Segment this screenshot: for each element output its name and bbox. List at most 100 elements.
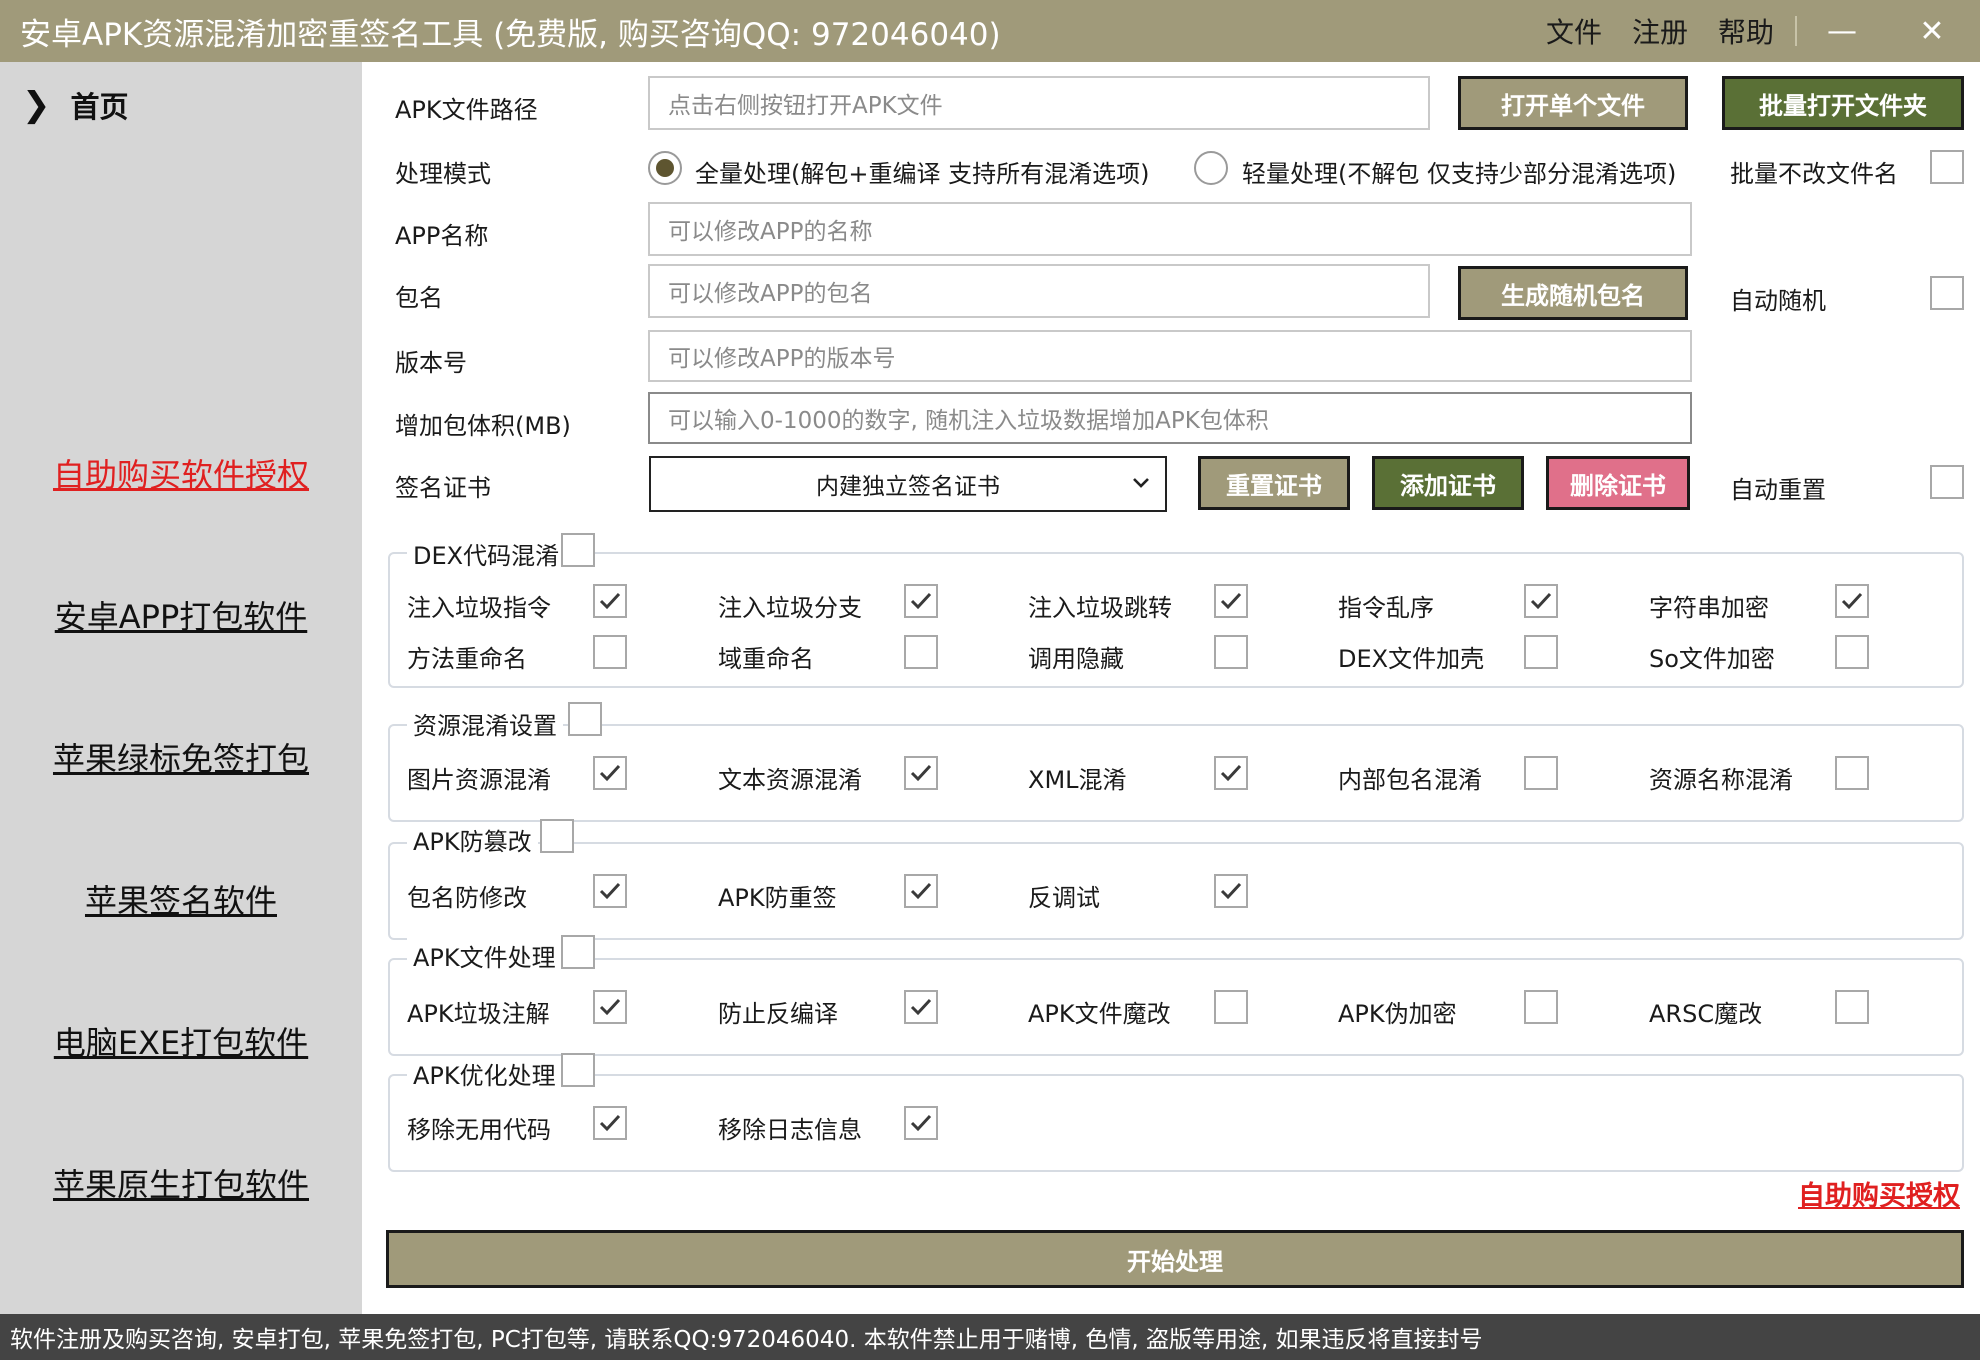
group-divider	[592, 842, 1952, 844]
option-checkbox[interactable]	[1835, 756, 1869, 790]
anti-tamper-group-checkbox[interactable]	[540, 819, 574, 853]
option-label: APK垃圾注解	[407, 1000, 550, 1028]
option-label: 调用隐藏	[1028, 645, 1124, 673]
option-checkbox[interactable]	[1835, 990, 1869, 1024]
resource-group-checkbox[interactable]	[568, 702, 602, 736]
option-checkbox[interactable]	[1524, 635, 1558, 669]
mode-full-radio[interactable]	[648, 151, 682, 185]
resource-group-title: 资源混淆设置	[407, 706, 563, 741]
option-label: APK防重签	[718, 884, 837, 912]
mode-full-label: 全量处理(解包+重编译 支持所有混淆选项)	[695, 160, 1150, 188]
auto-random-checkbox[interactable]	[1930, 276, 1964, 310]
app-name-label: APP名称	[395, 222, 489, 250]
sidebar-link-android-packer[interactable]: 安卓APP打包软件	[0, 592, 362, 638]
cert-select-value: 内建独立签名证书	[816, 474, 1000, 500]
radio-selected-dot	[656, 159, 674, 177]
option-checkbox[interactable]	[1214, 584, 1248, 618]
option-checkbox[interactable]	[1835, 635, 1869, 669]
cert-label: 签名证书	[395, 474, 491, 502]
version-input[interactable]: 可以修改APP的版本号	[648, 330, 1692, 382]
apk-path-input[interactable]: 点击右侧按钮打开APK文件	[648, 76, 1430, 130]
option-label: 方法重命名	[407, 645, 527, 673]
auto-reset-checkbox[interactable]	[1930, 465, 1964, 499]
check-icon	[1841, 592, 1863, 610]
option-checkbox[interactable]	[1835, 584, 1869, 618]
option-checkbox[interactable]	[904, 990, 938, 1024]
package-input[interactable]: 可以修改APP的包名	[648, 264, 1430, 318]
batch-open-folder-button[interactable]: 批量打开文件夹	[1722, 76, 1964, 130]
window-title: 安卓APK资源混淆加密重签名工具 (免费版, 购买咨询QQ: 972046040…	[20, 16, 1001, 53]
status-bar: 软件注册及购买咨询, 安卓打包, 苹果免签打包, PC打包等, 请联系QQ:97…	[0, 1314, 1980, 1360]
option-checkbox[interactable]	[593, 756, 627, 790]
sidebar-link-buy-license[interactable]: 自助购买软件授权	[0, 450, 362, 496]
dex-group-checkbox[interactable]	[561, 533, 595, 567]
mode-light-radio[interactable]	[1194, 151, 1228, 185]
add-cert-button[interactable]: 添加证书	[1372, 456, 1524, 510]
option-checkbox[interactable]	[904, 635, 938, 669]
group-divider	[624, 724, 1952, 726]
check-icon	[1220, 764, 1242, 782]
chevron-right-icon: ❯	[22, 85, 51, 125]
option-label: APK文件魔改	[1028, 1000, 1171, 1028]
option-label: 资源名称混淆	[1649, 766, 1793, 794]
option-checkbox[interactable]	[904, 1106, 938, 1140]
option-checkbox[interactable]	[1524, 584, 1558, 618]
delete-cert-button[interactable]: 删除证书	[1546, 456, 1690, 510]
check-icon	[1220, 592, 1242, 610]
option-checkbox[interactable]	[1214, 874, 1248, 908]
cert-select[interactable]: 内建独立签名证书	[649, 456, 1167, 512]
option-checkbox[interactable]	[1214, 756, 1248, 790]
apk-file-group-checkbox[interactable]	[561, 935, 595, 969]
option-label: APK伪加密	[1338, 1000, 1457, 1028]
app-name-input[interactable]: 可以修改APP的名称	[648, 202, 1692, 256]
option-label: 注入垃圾分支	[718, 594, 862, 622]
sidebar-link-ios-native[interactable]: 苹果原生打包软件	[0, 1160, 362, 1206]
sidebar: ❯ 首页 自助购买软件授权 安卓APP打包软件 苹果绿标免签打包 苹果签名软件 …	[0, 62, 362, 1314]
option-label: XML混淆	[1028, 766, 1127, 794]
close-icon: ✕	[1919, 13, 1945, 49]
minimize-button[interactable]: —	[1812, 0, 1872, 62]
sidebar-link-ios-sign[interactable]: 苹果签名软件	[0, 876, 362, 922]
option-label: 移除日志信息	[718, 1116, 862, 1144]
option-checkbox[interactable]	[1524, 756, 1558, 790]
reset-cert-button[interactable]: 重置证书	[1198, 456, 1350, 510]
option-checkbox[interactable]	[904, 584, 938, 618]
option-checkbox[interactable]	[904, 756, 938, 790]
check-icon	[599, 592, 621, 610]
menu-file[interactable]: 文件	[1546, 0, 1602, 62]
title-bar: 安卓APK资源混淆加密重签名工具 (免费版, 购买咨询QQ: 972046040…	[0, 0, 1980, 62]
start-process-button[interactable]: 开始处理	[386, 1230, 1964, 1288]
buy-license-link[interactable]: 自助购买授权	[1798, 1174, 1960, 1213]
dex-group-title: DEX代码混淆	[407, 536, 566, 571]
option-checkbox[interactable]	[593, 874, 627, 908]
option-checkbox[interactable]	[1214, 990, 1248, 1024]
chevron-down-icon	[1133, 478, 1149, 488]
option-label: 图片资源混淆	[407, 766, 551, 794]
sidebar-item-home[interactable]: ❯ 首页	[22, 84, 129, 126]
option-checkbox[interactable]	[593, 990, 627, 1024]
auto-random-label: 自动随机	[1730, 287, 1826, 315]
sidebar-link-pc-exe[interactable]: 电脑EXE打包软件	[0, 1018, 362, 1064]
menu-register[interactable]: 注册	[1632, 0, 1688, 62]
option-checkbox[interactable]	[1524, 990, 1558, 1024]
option-checkbox[interactable]	[593, 635, 627, 669]
option-checkbox[interactable]	[904, 874, 938, 908]
option-checkbox[interactable]	[593, 584, 627, 618]
anti-tamper-group-title: APK防篡改	[407, 822, 538, 857]
apk-optimize-group-checkbox[interactable]	[561, 1053, 595, 1087]
generate-random-package-button[interactable]: 生成随机包名	[1458, 266, 1688, 320]
option-label: 内部包名混淆	[1338, 766, 1482, 794]
option-label: 注入垃圾指令	[407, 594, 551, 622]
batch-keep-filename-checkbox[interactable]	[1930, 150, 1964, 184]
sidebar-link-ios-greenmark[interactable]: 苹果绿标免签打包	[0, 734, 362, 780]
close-button[interactable]: ✕	[1902, 0, 1962, 62]
apk-path-label: APK文件路径	[395, 96, 538, 124]
package-label: 包名	[395, 284, 443, 312]
option-checkbox[interactable]	[1214, 635, 1248, 669]
menu-help[interactable]: 帮助	[1718, 0, 1774, 62]
size-input[interactable]: 可以输入0-1000的数字, 随机注入垃圾数据增加APK包体积	[648, 392, 1692, 444]
option-label: 域重命名	[718, 645, 814, 673]
option-label: 反调试	[1028, 884, 1100, 912]
option-checkbox[interactable]	[593, 1106, 627, 1140]
open-single-file-button[interactable]: 打开单个文件	[1458, 76, 1688, 130]
